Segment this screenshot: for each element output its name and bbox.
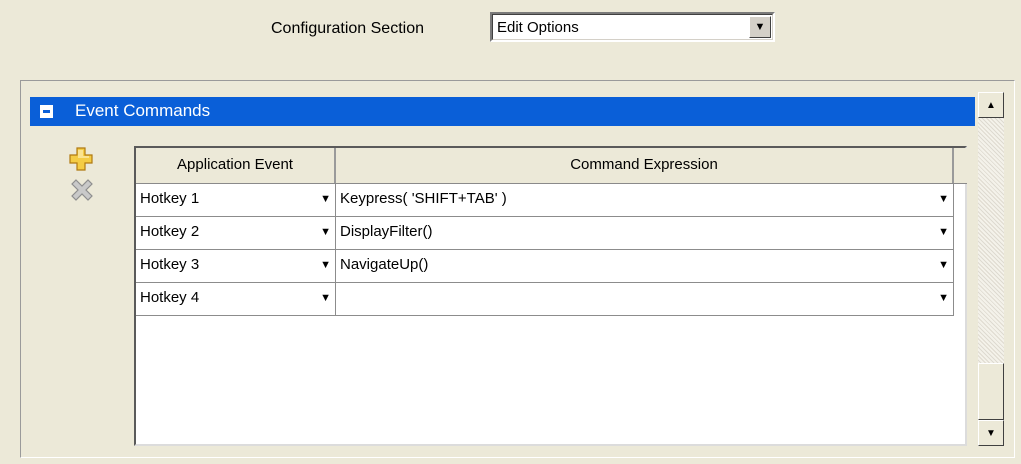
event-value: Hotkey 1 xyxy=(140,190,200,207)
scroll-up-button[interactable]: ▲ xyxy=(978,92,1004,118)
event-value: Hotkey 2 xyxy=(140,223,200,240)
dropdown-arrow-icon[interactable]: ▼ xyxy=(320,193,331,205)
event-commands-panel: Event Commands Application Event Command… xyxy=(20,80,1015,458)
dropdown-arrow-icon[interactable]: ▼ xyxy=(938,226,949,238)
scroll-up-icon: ▲ xyxy=(986,99,996,111)
dropdown-arrow-icon[interactable]: ▼ xyxy=(938,259,949,271)
event-value: Hotkey 4 xyxy=(140,289,200,306)
event-cell[interactable]: Hotkey 2 ▼ xyxy=(136,217,336,249)
column-header-application-event[interactable]: Application Event xyxy=(136,148,336,183)
dropdown-arrow-icon[interactable]: ▼ xyxy=(320,292,331,304)
table-row: Hotkey 4 ▼ ▼ xyxy=(136,283,954,316)
command-cell[interactable]: Keypress( 'SHIFT+TAB' ) ▼ xyxy=(336,184,954,216)
dropdown-arrow-icon[interactable]: ▼ xyxy=(938,193,949,205)
section-header: Event Commands xyxy=(30,97,975,126)
chevron-down-icon[interactable]: ▼ xyxy=(749,16,771,38)
config-section-label: Configuration Section xyxy=(271,20,424,37)
config-section-select-inner: Edit Options ▼ xyxy=(492,14,773,40)
table-row: Hotkey 3 ▼ NavigateUp() ▼ xyxy=(136,250,954,283)
event-cell[interactable]: Hotkey 1 ▼ xyxy=(136,184,336,216)
command-cell[interactable]: ▼ xyxy=(336,283,954,315)
command-value: NavigateUp() xyxy=(340,256,429,273)
remove-x-icon[interactable] xyxy=(71,179,93,201)
grid-header: Application Event Command Expression xyxy=(136,148,967,184)
command-cell[interactable]: DisplayFilter() ▼ xyxy=(336,217,954,249)
dropdown-arrow-icon[interactable]: ▼ xyxy=(320,226,331,238)
table-row: Hotkey 2 ▼ DisplayFilter() ▼ xyxy=(136,217,954,250)
section-title: Event Commands xyxy=(75,101,211,120)
minus-bar xyxy=(43,110,50,113)
scrollbar-thumb[interactable] xyxy=(978,363,1004,420)
event-cell[interactable]: Hotkey 3 ▼ xyxy=(136,250,336,282)
column-header-command-expression[interactable]: Command Expression xyxy=(336,148,954,183)
event-value: Hotkey 3 xyxy=(140,256,200,273)
config-bar: Configuration Section Edit Options ▼ xyxy=(0,0,1021,82)
table-row: Hotkey 1 ▼ Keypress( 'SHIFT+TAB' ) ▼ xyxy=(136,184,954,217)
command-cell[interactable]: NavigateUp() ▼ xyxy=(336,250,954,282)
command-value: DisplayFilter() xyxy=(340,223,433,240)
collapse-icon[interactable] xyxy=(40,105,53,118)
event-commands-grid: Application Event Command Expression Hot… xyxy=(134,146,967,446)
event-cell[interactable]: Hotkey 4 ▼ xyxy=(136,283,336,315)
dropdown-arrow: ▼ xyxy=(754,21,766,33)
scroll-down-button[interactable]: ▼ xyxy=(978,420,1004,446)
scroll-down-icon: ▼ xyxy=(986,427,996,439)
vertical-scrollbar[interactable]: ▲ ▼ xyxy=(978,92,1004,446)
column-header-spacer xyxy=(954,148,967,183)
add-plus-icon[interactable] xyxy=(69,147,93,171)
dropdown-arrow-icon[interactable]: ▼ xyxy=(320,259,331,271)
config-section-select[interactable]: Edit Options ▼ xyxy=(490,12,775,42)
command-value: Keypress( 'SHIFT+TAB' ) xyxy=(340,190,507,207)
dropdown-arrow-icon[interactable]: ▼ xyxy=(938,292,949,304)
config-section-value: Edit Options xyxy=(497,19,579,36)
